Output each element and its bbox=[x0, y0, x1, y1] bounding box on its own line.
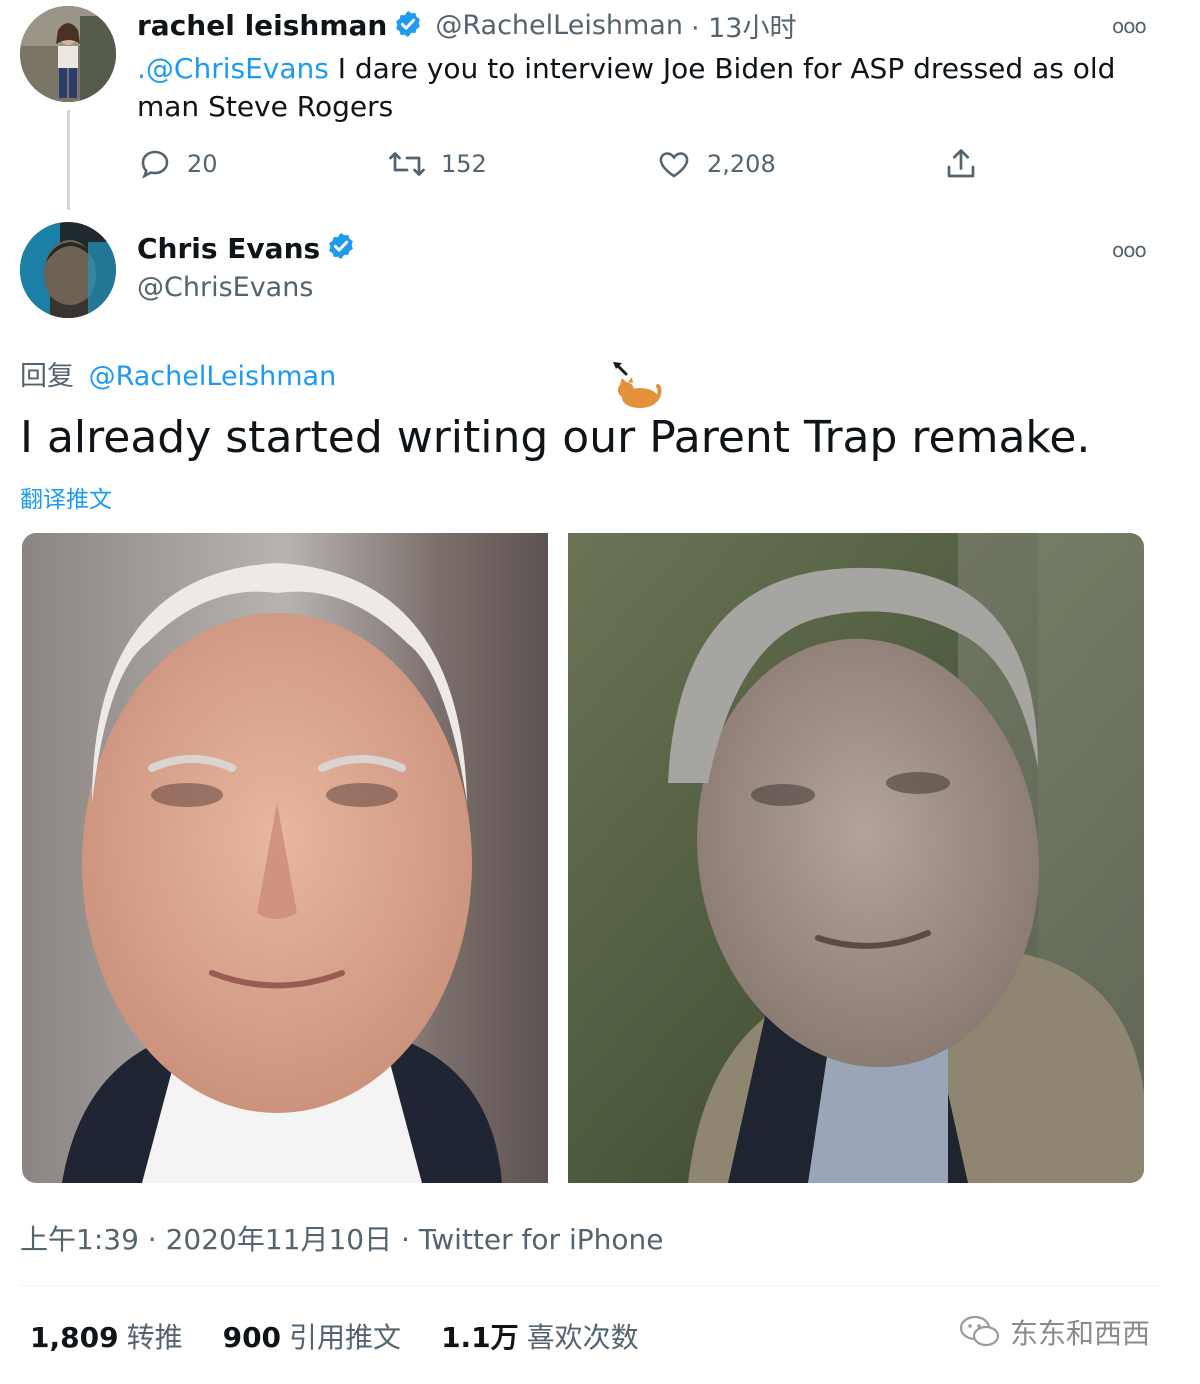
retweets-stat[interactable]: 1,809 转推 bbox=[30, 1316, 183, 1356]
rachel-tweet-time[interactable]: · 13小时 bbox=[691, 6, 797, 45]
reply-button[interactable]: 20 bbox=[137, 146, 218, 182]
retweet-count: 152 bbox=[441, 150, 487, 178]
share-icon bbox=[947, 149, 975, 178]
like-button[interactable]: 2,208 bbox=[655, 146, 776, 182]
chris-avatar[interactable] bbox=[20, 222, 116, 318]
thread-connector bbox=[67, 110, 70, 210]
reply-icon bbox=[141, 150, 169, 179]
retweet-button[interactable]: 152 bbox=[387, 146, 487, 182]
tweet-timestamp[interactable]: 上午1:39 · 2020年11月10日 · Twitter for iPhon… bbox=[20, 1218, 663, 1258]
verified-badge-icon bbox=[326, 231, 356, 265]
reply-label: 回复 bbox=[20, 361, 74, 392]
cat-sticker-icon bbox=[610, 360, 664, 414]
rachel-author-name[interactable]: rachel leishman bbox=[137, 9, 387, 42]
more-icon[interactable]: ooo bbox=[1112, 238, 1147, 262]
watermark: 东东和西西 bbox=[958, 1312, 1150, 1352]
chris-author-handle[interactable]: @ChrisEvans bbox=[137, 272, 313, 303]
reply-count: 20 bbox=[187, 150, 218, 178]
like-icon bbox=[659, 152, 689, 178]
rachel-tweet-text: .@ChrisEvans I dare you to interview Joe… bbox=[137, 52, 1116, 123]
tweet-stats: 1,809 转推 900 引用推文 1.1万 喜欢次数 bbox=[30, 1316, 639, 1356]
watermark-text: 东东和西西 bbox=[1010, 1317, 1151, 1350]
reply-to-link[interactable]: @RachelLeishman bbox=[89, 361, 337, 392]
share-button[interactable] bbox=[943, 146, 993, 182]
likes-stat[interactable]: 1.1万 喜欢次数 bbox=[441, 1316, 639, 1356]
quote-tweets-stat[interactable]: 900 引用推文 bbox=[223, 1316, 401, 1356]
wechat-icon bbox=[959, 1315, 1000, 1347]
like-count: 2,208 bbox=[707, 150, 776, 178]
more-icon[interactable]: ooo bbox=[1112, 14, 1147, 38]
translate-tweet-link[interactable]: 翻译推文 bbox=[20, 480, 112, 514]
stats-divider bbox=[20, 1285, 1160, 1286]
chris-author-name[interactable]: Chris Evans bbox=[137, 232, 320, 265]
retweet-icon bbox=[389, 152, 425, 176]
rachel-author-handle[interactable]: @RachelLeishman bbox=[435, 10, 683, 41]
rachel-avatar[interactable] bbox=[20, 6, 116, 102]
replying-to: 回复 @RachelLeishman bbox=[20, 354, 336, 393]
tweet-photo-right[interactable] bbox=[568, 533, 1144, 1183]
mention-link[interactable]: .@ChrisEvans bbox=[137, 52, 329, 85]
main-tweet-text: I already started writing our Parent Tra… bbox=[20, 412, 1091, 463]
tweet-photo-left[interactable] bbox=[22, 533, 548, 1183]
verified-badge-icon bbox=[393, 9, 423, 43]
